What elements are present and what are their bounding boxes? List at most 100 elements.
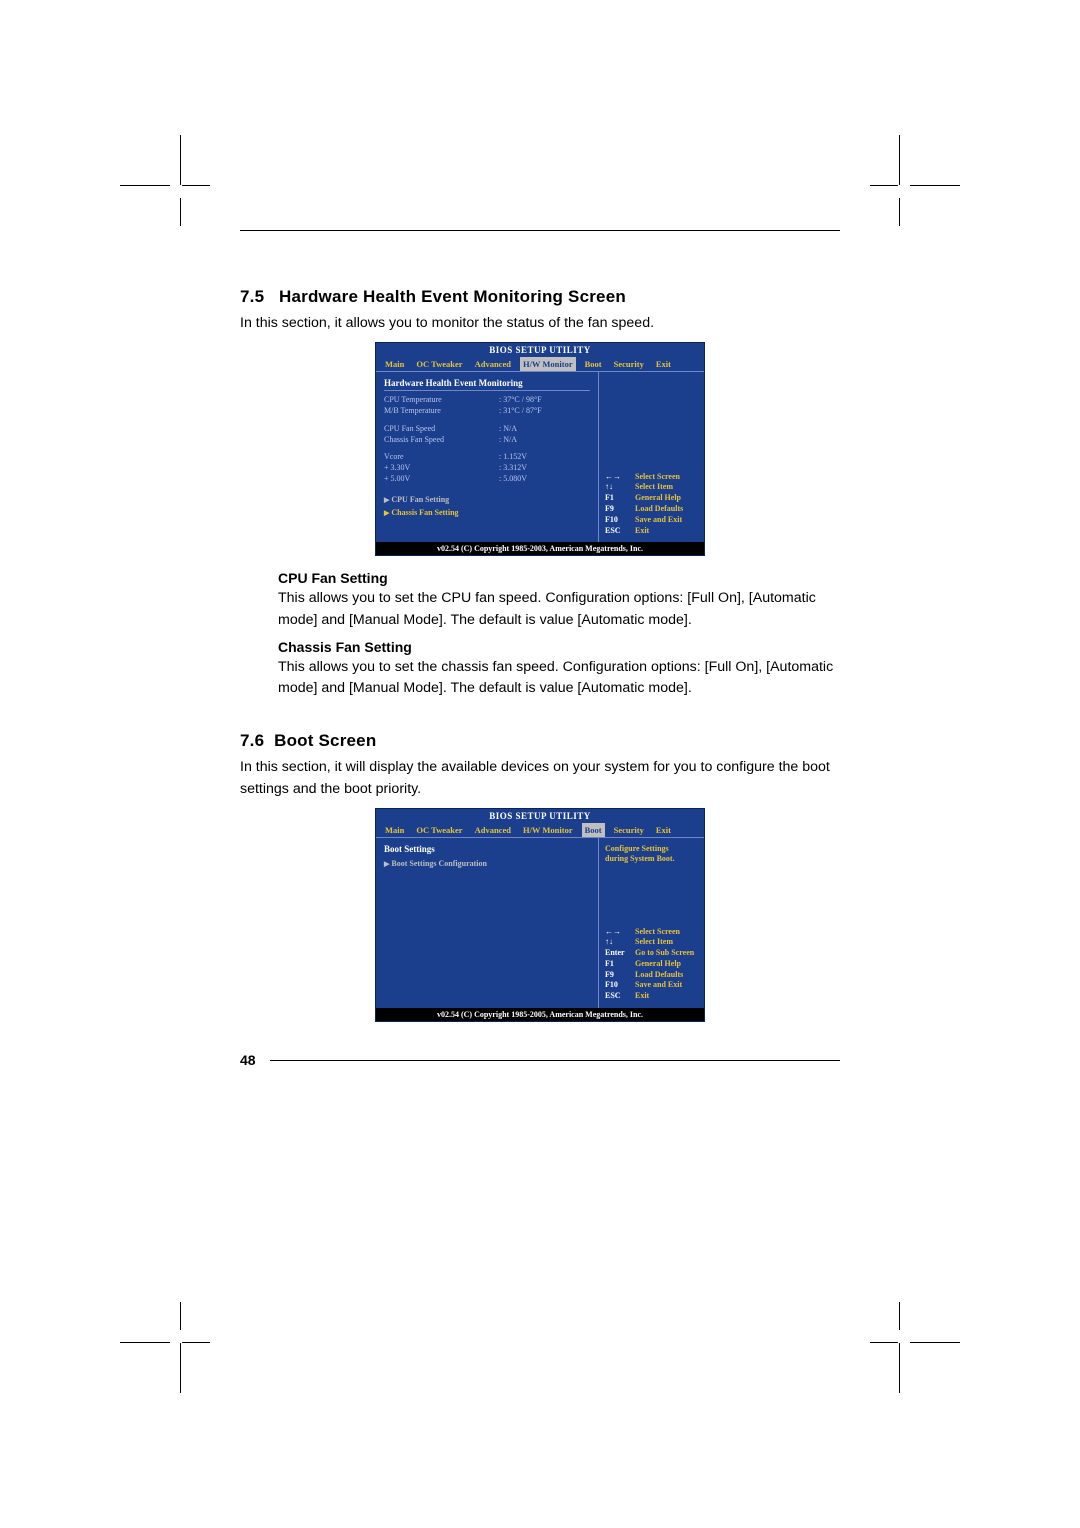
desc: Exit	[635, 991, 649, 1002]
bios-tabs: Main OC Tweaker Advanced H/W Monitor Boo…	[376, 823, 704, 837]
key: F1	[605, 493, 631, 504]
tab-hw-monitor[interactable]: H/W Monitor	[520, 823, 576, 837]
chassis-fan-setting-body: This allows you to set the chassis fan s…	[240, 657, 840, 700]
value: : 31°C / 87°F	[499, 405, 590, 416]
label: + 3.30V	[384, 462, 499, 473]
bios-footer: v02.54 (C) Copyright 1985-2005, American…	[376, 1008, 704, 1021]
tab-hw-monitor[interactable]: H/W Monitor	[520, 357, 576, 371]
bios-left-panel: Hardware Health Event Monitoring CPU Tem…	[376, 372, 599, 542]
key: ←→	[605, 927, 631, 938]
row-3-3v: + 3.30V : 3.312V	[384, 462, 590, 473]
value: : N/A	[499, 423, 590, 434]
desc: Select Screen	[635, 927, 680, 938]
bios-panel-title: Hardware Health Event Monitoring	[384, 378, 590, 391]
desc: Exit	[635, 526, 649, 537]
label: Vcore	[384, 451, 499, 462]
cpu-fan-setting-heading: CPU Fan Setting	[278, 570, 840, 586]
tab-boot[interactable]: Boot	[582, 823, 605, 837]
crop-mark-br	[870, 1298, 960, 1388]
key: ↑↓	[605, 937, 631, 948]
page-content: 7.5 Hardware Health Event Monitoring Scr…	[240, 230, 840, 1068]
triangle-icon: ▶	[384, 509, 389, 517]
link-cpu-fan-setting[interactable]: ▶CPU Fan Setting	[384, 495, 590, 504]
desc: Load Defaults	[635, 970, 683, 981]
desc: General Help	[635, 493, 681, 504]
tab-exit[interactable]: Exit	[653, 823, 674, 837]
crop-mark-tl	[120, 140, 210, 230]
link-label: Chassis Fan Setting	[391, 508, 458, 517]
tab-advanced[interactable]: Advanced	[472, 823, 514, 837]
crop-mark-tr	[870, 140, 960, 230]
tab-oc-tweaker[interactable]: OC Tweaker	[413, 823, 465, 837]
page-number: 48	[240, 1052, 256, 1068]
triangle-icon: ▶	[384, 496, 389, 504]
desc: Save and Exit	[635, 515, 682, 526]
tab-oc-tweaker[interactable]: OC Tweaker	[413, 357, 465, 371]
key: F10	[605, 980, 631, 991]
tab-main[interactable]: Main	[382, 823, 407, 837]
top-rule	[240, 230, 840, 231]
key: ESC	[605, 526, 631, 537]
row-vcore: Vcore : 1.152V	[384, 451, 590, 462]
label: M/B Temperature	[384, 405, 499, 416]
help-keys: ←→Select Screen ↑↓Select Item EnterGo to…	[605, 927, 698, 1003]
key: ↑↓	[605, 482, 631, 493]
link-label: Boot Settings Configuration	[391, 859, 487, 868]
section-7-6-heading: 7.6 Boot Screen	[240, 731, 840, 751]
value: : 37°C / 98°F	[499, 394, 590, 405]
key: ESC	[605, 991, 631, 1002]
footer-rule	[270, 1060, 840, 1061]
value: : 3.312V	[499, 462, 590, 473]
section-title: Boot Screen	[274, 731, 376, 750]
tab-security[interactable]: Security	[611, 823, 647, 837]
tab-exit[interactable]: Exit	[653, 357, 674, 371]
label: CPU Fan Speed	[384, 423, 499, 434]
label: CPU Temperature	[384, 394, 499, 405]
bios-footer: v02.54 (C) Copyright 1985-2003, American…	[376, 542, 704, 555]
section-7-5-heading: 7.5 Hardware Health Event Monitoring Scr…	[240, 287, 840, 307]
cpu-fan-setting-body: This allows you to set the CPU fan speed…	[240, 588, 840, 631]
label: + 5.00V	[384, 473, 499, 484]
tab-advanced[interactable]: Advanced	[472, 357, 514, 371]
bios-panel-title: Boot Settings	[384, 844, 590, 856]
help-description: Configure Settings during System Boot.	[605, 844, 698, 865]
label: Chassis Fan Speed	[384, 434, 499, 445]
key: F9	[605, 504, 631, 515]
link-label: CPU Fan Setting	[391, 495, 449, 504]
bios-left-panel: Boot Settings ▶Boot Settings Configurati…	[376, 838, 599, 1008]
desc: Select Item	[635, 482, 673, 493]
desc: Load Defaults	[635, 504, 683, 515]
chassis-fan-setting-heading: Chassis Fan Setting	[278, 639, 840, 655]
section-title: Hardware Health Event Monitoring Screen	[279, 287, 626, 306]
bios-right-panel: ←→ Select Screen ↑↓ Select Item F1 General …	[599, 372, 704, 542]
row-cpu-temp: CPU Temperature : 37°C / 98°F	[384, 394, 590, 405]
tab-security[interactable]: Security	[611, 357, 647, 371]
bios-right-panel: Configure Settings during System Boot. ←…	[599, 838, 704, 1008]
key: ←→	[605, 472, 631, 483]
key: Enter	[605, 948, 631, 959]
value: : 5.080V	[499, 473, 590, 484]
tab-boot[interactable]: Boot	[582, 357, 605, 371]
section-7-5-intro: In this section, it allows you to monito…	[240, 313, 840, 334]
page-footer: 48	[240, 1052, 840, 1068]
help-keys: ←→ Select Screen ↑↓ Select Item F1 General …	[605, 472, 698, 537]
row-chassis-fan-speed: Chassis Fan Speed : N/A	[384, 434, 590, 445]
desc: Select Screen	[635, 472, 680, 483]
row-cpu-fan-speed: CPU Fan Speed : N/A	[384, 423, 590, 434]
bios-title: BIOS SETUP UTILITY	[376, 343, 704, 357]
key: F9	[605, 970, 631, 981]
section-number: 7.6	[240, 731, 264, 750]
bios-tabs: Main OC Tweaker Advanced H/W Monitor Boo…	[376, 357, 704, 371]
key: F1	[605, 959, 631, 970]
row-mb-temp: M/B Temperature : 31°C / 87°F	[384, 405, 590, 416]
bios-title: BIOS SETUP UTILITY	[376, 809, 704, 823]
triangle-icon: ▶	[384, 860, 389, 868]
section-number: 7.5	[240, 287, 264, 306]
desc: Save and Exit	[635, 980, 682, 991]
link-boot-settings-config[interactable]: ▶Boot Settings Configuration	[384, 859, 590, 868]
tab-main[interactable]: Main	[382, 357, 407, 371]
row-5v: + 5.00V : 5.080V	[384, 473, 590, 484]
link-chassis-fan-setting[interactable]: ▶Chassis Fan Setting	[384, 508, 590, 517]
value: : 1.152V	[499, 451, 590, 462]
desc: Select Item	[635, 937, 673, 948]
